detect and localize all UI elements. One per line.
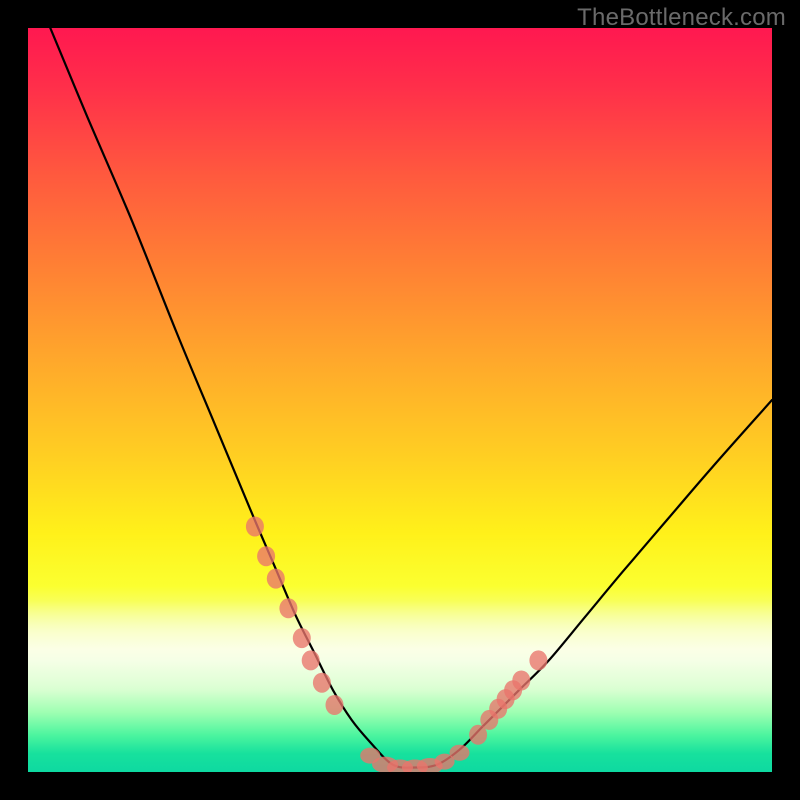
curve-svg [28,28,772,772]
marker-group [246,517,548,773]
chart-frame: TheBottleneck.com [0,0,800,800]
data-marker [267,569,285,589]
bottleneck-curve [50,28,772,768]
data-marker [313,673,331,693]
data-marker [450,745,470,761]
data-marker [512,671,530,691]
watermark-text: TheBottleneck.com [577,4,786,32]
data-marker [279,598,297,618]
data-marker [326,695,344,715]
data-marker [302,650,320,670]
data-marker [529,650,547,670]
plot-area [28,28,772,772]
data-marker [246,517,264,537]
data-marker [257,546,275,566]
data-marker [293,628,311,648]
